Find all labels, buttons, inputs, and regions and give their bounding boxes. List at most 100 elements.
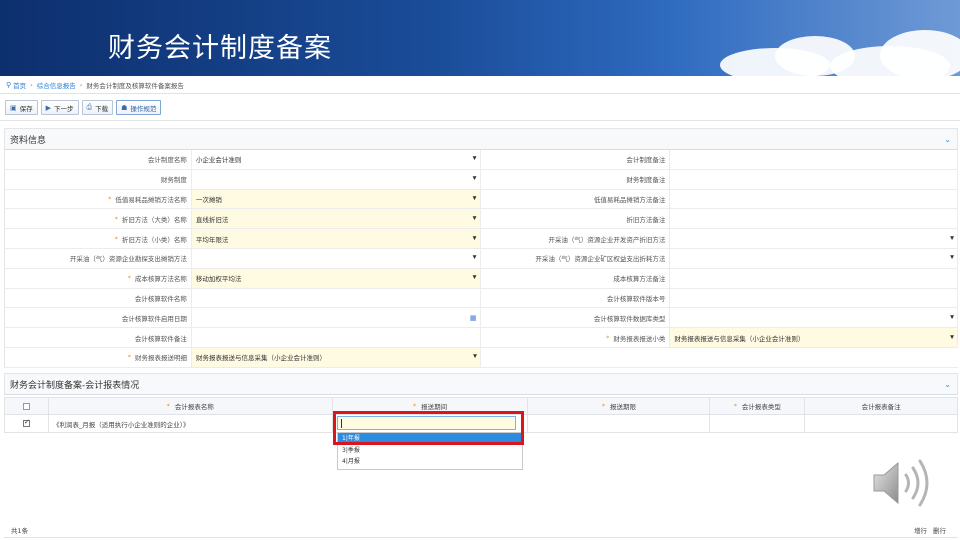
select-field[interactable]: 一次摊销 ▼ bbox=[191, 189, 481, 209]
select-field[interactable]: ▼ bbox=[192, 248, 481, 268]
delete-row-button[interactable]: 删行 bbox=[933, 525, 946, 535]
chevron-down-icon[interactable]: ⌄ bbox=[944, 380, 951, 389]
text-field[interactable] bbox=[670, 209, 959, 229]
column-header: * 报送期限 bbox=[528, 398, 711, 414]
text-field[interactable] bbox=[670, 288, 959, 308]
cloud-decoration bbox=[880, 30, 960, 76]
location-pin-icon: ⚲ bbox=[6, 81, 12, 89]
select-field[interactable]: ▼ bbox=[670, 308, 959, 328]
text-field[interactable] bbox=[192, 328, 481, 347]
speaker-icon[interactable] bbox=[868, 455, 934, 511]
required-marker: * bbox=[127, 274, 131, 283]
users-icon: ☗ bbox=[121, 103, 128, 112]
form-row: * 成本核算方法名称 移动加权平均法 ▼ 成本核算方法备注 bbox=[5, 268, 959, 289]
field-label-text: 财务制度 bbox=[160, 176, 187, 185]
select-field[interactable]: 财务报表报送与信息采集（小企业会计准则） ▼ bbox=[670, 328, 959, 347]
text-field[interactable] bbox=[670, 169, 959, 189]
select-field[interactable]: ▼ bbox=[192, 169, 481, 189]
field-label-text: 折旧方法（大类）名称 bbox=[121, 215, 187, 224]
text-field[interactable] bbox=[670, 150, 959, 169]
field-value: 财务报表报送与信息采集（小企业会计准则） bbox=[196, 354, 326, 363]
dropdown-option[interactable]: 4|月报 bbox=[338, 456, 522, 468]
slide: 财务会计制度备案 ⚲ 首页 › 综合信息报告 › 财务会计制度及核算软件备案报告… bbox=[0, 0, 960, 540]
select-field[interactable]: 直线折旧法 ▼ bbox=[191, 209, 481, 229]
dropdown-option[interactable]: 3|季报 bbox=[338, 445, 522, 457]
select-field[interactable]: ▼ bbox=[670, 248, 959, 268]
field-label-text: 会计制度备注 bbox=[626, 156, 666, 165]
field-value: 财务报表报送与信息采集（小企业会计准则） bbox=[674, 334, 805, 343]
dropdown-arrow-icon[interactable]: ▼ bbox=[473, 156, 477, 162]
page-title: 财务会计制度备案 bbox=[108, 33, 332, 64]
chevron-down-icon[interactable]: ⌄ bbox=[944, 135, 951, 144]
download-button-label: 下载 bbox=[95, 104, 109, 113]
dropdown-arrow-icon[interactable]: ▼ bbox=[950, 235, 954, 241]
dropdown-arrow-icon[interactable]: ▼ bbox=[473, 196, 477, 202]
report-remark-cell[interactable] bbox=[805, 415, 959, 432]
form-row: 会计核算软件名称 会计核算软件版本号 bbox=[5, 288, 959, 309]
select-field[interactable]: 平均年限法 ▼ bbox=[191, 229, 481, 248]
form-row: 会计核算软件备注 * 财务报表报送小类 财务报表报送与信息采集（小企业会计准则） ▼ bbox=[5, 328, 959, 348]
field-label: 会计制度名称 bbox=[5, 150, 192, 169]
row-select-cell bbox=[5, 415, 49, 432]
title-banner: 财务会计制度备案 bbox=[0, 0, 960, 76]
field-label: 会计核算软件数据库类型 bbox=[481, 308, 671, 328]
text-field[interactable] bbox=[670, 189, 959, 209]
dropdown-arrow-icon[interactable]: ▼ bbox=[950, 334, 954, 340]
select-all-checkbox[interactable] bbox=[22, 402, 30, 410]
field-label: * 成本核算方法名称 bbox=[5, 268, 192, 288]
breadcrumb-home[interactable]: 首页 bbox=[13, 80, 26, 90]
field-label: 开采油（气）资源企业勘探支出摊销方法 bbox=[5, 248, 192, 268]
text-field[interactable] bbox=[192, 288, 481, 308]
dropdown-arrow-icon[interactable]: ▼ bbox=[473, 176, 477, 182]
dropdown-arrow-icon[interactable]: ▼ bbox=[473, 354, 477, 360]
dropdown-arrow-icon[interactable]: ▼ bbox=[473, 255, 477, 261]
field-label-text: 低值易耗品摊销方法名称 bbox=[115, 195, 187, 204]
required-marker: * bbox=[733, 402, 737, 410]
operation-guide-button[interactable]: ☗ 操作规范 bbox=[116, 100, 162, 115]
save-button-label: 保存 bbox=[19, 104, 33, 113]
field-label: * 财务报表报送明细 bbox=[5, 347, 192, 367]
report-panel-title: 财务会计制度备案-会计报表情况 bbox=[10, 380, 140, 391]
field-value: 平均年限法 bbox=[195, 235, 229, 244]
field-label: 折旧方法备注 bbox=[481, 209, 671, 229]
required-marker: * bbox=[108, 194, 112, 203]
field-label-text: 折旧方法备注 bbox=[626, 215, 666, 224]
date-field[interactable]: ▦ bbox=[192, 308, 481, 328]
info-panel-header[interactable]: 资料信息 ⌄ bbox=[4, 128, 958, 150]
dropdown-arrow-icon[interactable]: ▼ bbox=[950, 314, 954, 320]
field-label-text: 会计核算软件名称 bbox=[134, 294, 187, 303]
dropdown-arrow-icon[interactable]: ▼ bbox=[473, 275, 477, 281]
report-deadline-cell[interactable] bbox=[528, 415, 711, 432]
select-field[interactable]: ▼ bbox=[670, 229, 959, 248]
required-marker: * bbox=[412, 402, 417, 410]
text-field[interactable] bbox=[670, 268, 959, 288]
column-header: * 会计报表类型 bbox=[710, 398, 806, 414]
row-checkbox[interactable] bbox=[22, 418, 30, 427]
required-marker: * bbox=[166, 402, 170, 410]
next-step-button[interactable]: ▶ 下一步 bbox=[40, 100, 79, 115]
select-field[interactable]: 财务报表报送与信息采集（小企业会计准则） ▼ bbox=[192, 347, 481, 367]
report-panel-header[interactable]: 财务会计制度备案-会计报表情况 ⌄ bbox=[4, 373, 958, 395]
field-label-text: 财务报表报送小类 bbox=[613, 334, 666, 343]
select-all-column bbox=[5, 398, 49, 414]
dropdown-arrow-icon[interactable]: ▼ bbox=[473, 215, 477, 221]
field-label: 成本核算方法备注 bbox=[481, 268, 671, 288]
field-label-text: 成本核算方法名称 bbox=[134, 275, 187, 284]
field-label-text: 会计核算软件数据库类型 bbox=[593, 314, 666, 323]
dropdown-arrow-icon[interactable]: ▼ bbox=[950, 255, 954, 261]
required-marker: * bbox=[601, 402, 605, 410]
report-type-cell[interactable] bbox=[710, 415, 806, 432]
select-field[interactable]: 移动加权平均法 ▼ bbox=[191, 268, 481, 288]
dropdown-arrow-icon[interactable]: ▼ bbox=[473, 235, 477, 241]
report-name-cell[interactable]: 《利润表_月报（适用执行小企业准则的企业）》 bbox=[49, 415, 333, 432]
calendar-icon[interactable]: ▦ bbox=[470, 314, 477, 322]
download-button[interactable]: ⎙ 下载 bbox=[81, 100, 114, 115]
select-field[interactable]: 小企业会计准则 ▼ bbox=[192, 150, 481, 169]
field-value: 直线折旧法 bbox=[195, 215, 229, 224]
field-label: * 折旧方法（小类）名称 bbox=[5, 229, 192, 248]
breadcrumb-section[interactable]: 综合信息报告 bbox=[37, 80, 76, 90]
field-label-text: 成本核算方法备注 bbox=[613, 275, 666, 284]
save-button[interactable]: ▣ 保存 bbox=[5, 100, 38, 115]
add-row-button[interactable]: 增行 bbox=[914, 525, 927, 535]
required-marker: * bbox=[127, 353, 131, 362]
